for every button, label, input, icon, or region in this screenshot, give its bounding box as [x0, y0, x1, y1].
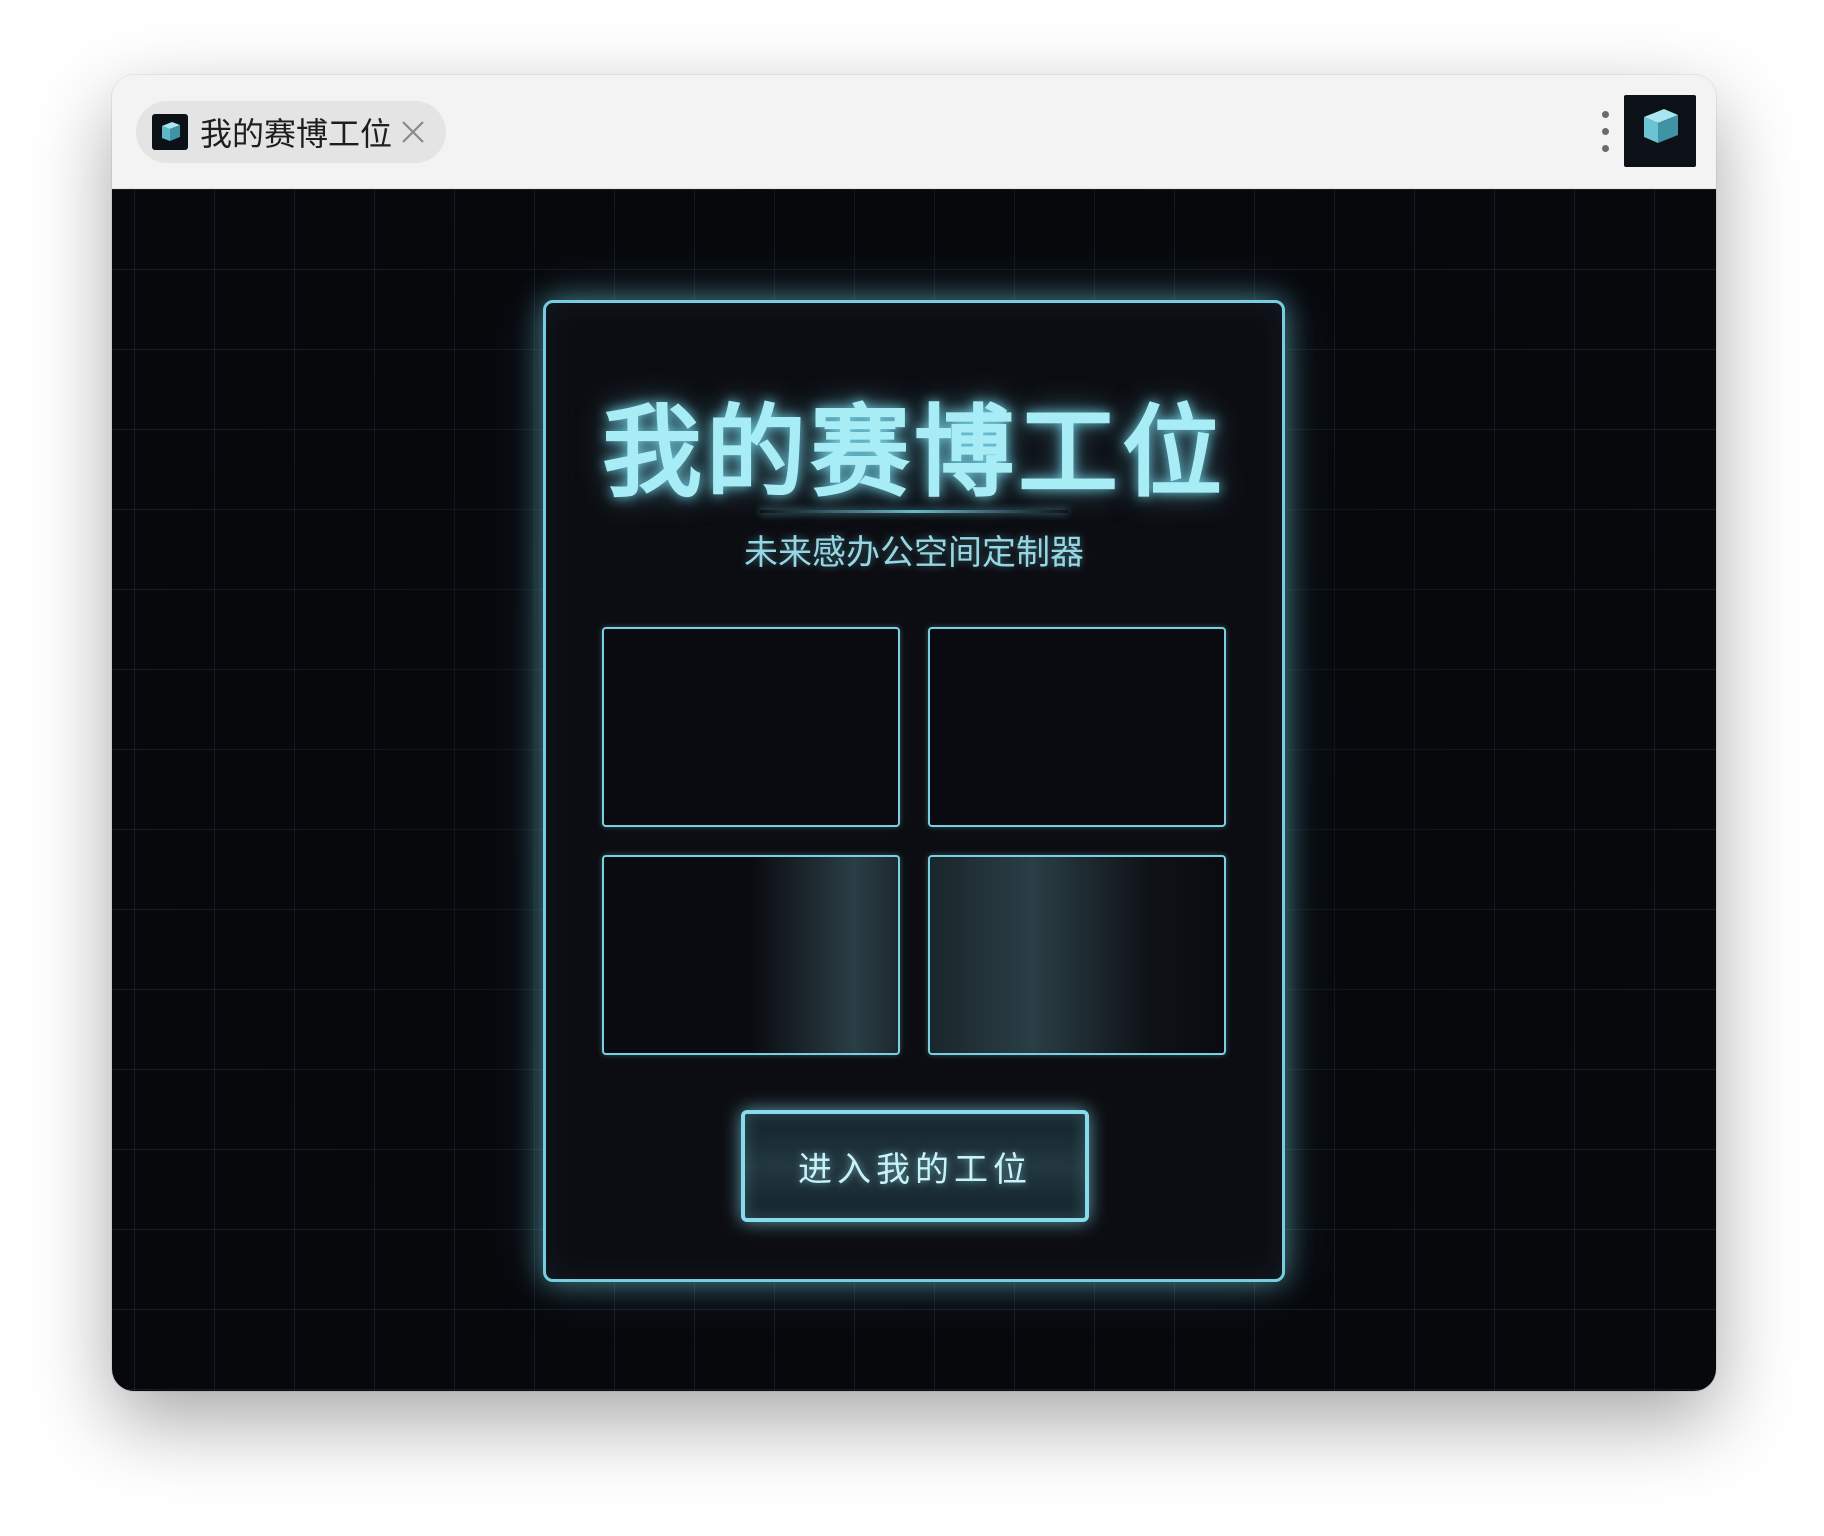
- enter-workspace-button[interactable]: 进入我的工位: [741, 1110, 1089, 1222]
- option-tile-3[interactable]: [602, 855, 900, 1055]
- cyber-office-logo-icon[interactable]: [1624, 95, 1696, 167]
- cyber-office-cube-icon: [152, 114, 188, 150]
- main-card: 我的赛博工位 未来感办公空间定制器 进入我的工位: [543, 300, 1285, 1282]
- option-tile-2[interactable]: [928, 627, 1226, 827]
- page-subtitle: 未来感办公空间定制器: [744, 533, 1084, 573]
- option-tile-4[interactable]: [928, 855, 1226, 1055]
- option-tile-1[interactable]: [602, 627, 900, 827]
- close-icon[interactable]: [396, 115, 430, 149]
- title-bar: 我的赛博工位: [112, 75, 1716, 189]
- tab-title: 我的赛博工位: [200, 115, 393, 153]
- browser-window: 我的赛博工位 我的赛博工位 未来感办公空间定制器 进入我的工位: [112, 75, 1716, 1391]
- title-divider: [760, 510, 1068, 513]
- browser-tab[interactable]: 我的赛博工位: [136, 101, 446, 163]
- page-viewport: 我的赛博工位 未来感办公空间定制器 进入我的工位: [112, 189, 1716, 1391]
- vertical-ellipsis-icon[interactable]: [1596, 109, 1616, 155]
- page-title: 我的赛博工位: [602, 394, 1226, 511]
- enter-workspace-label: 进入我的工位: [798, 1149, 1032, 1190]
